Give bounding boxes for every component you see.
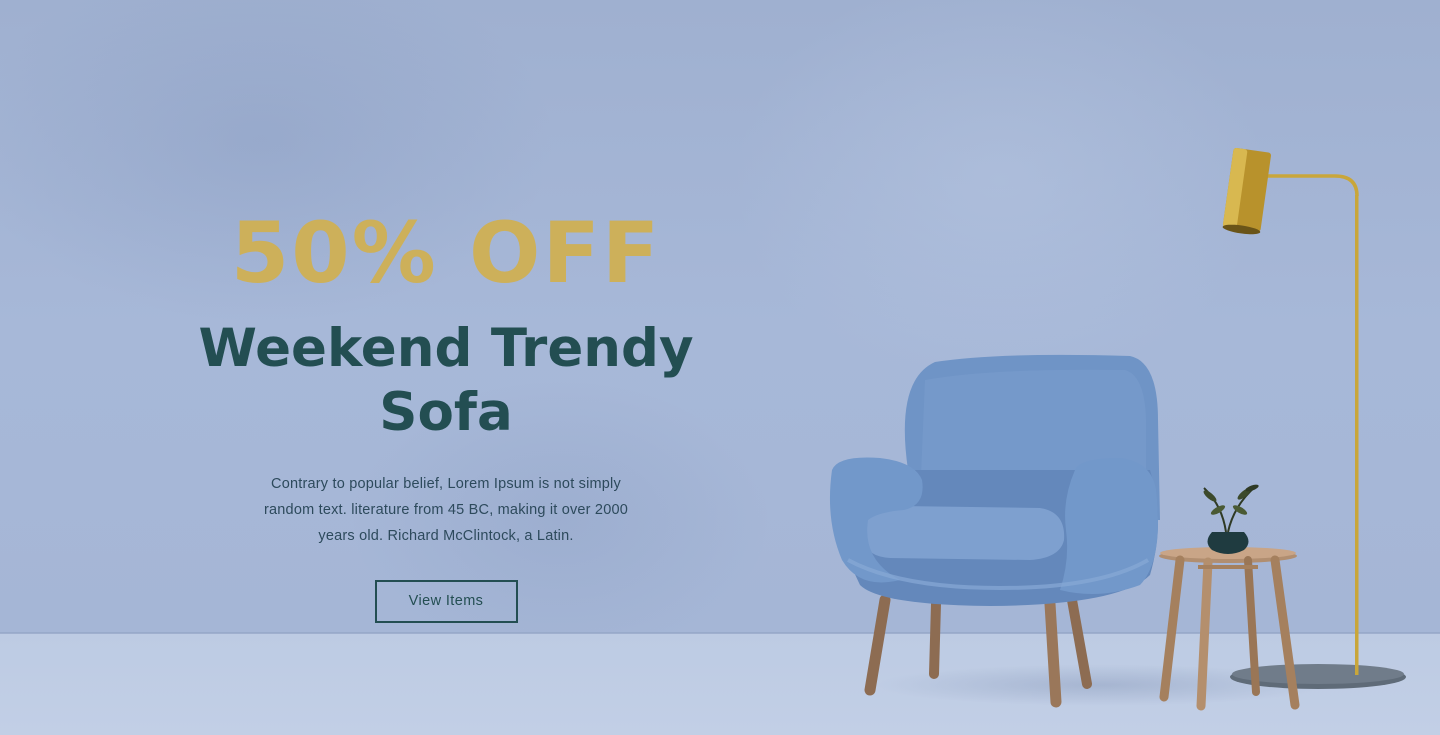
product-scene: [829, 147, 1406, 711]
armchair-image: [829, 354, 1160, 708]
hero-banner: 50% OFF Weekend Trendy Sofa Contrary to …: [0, 0, 1440, 735]
plant-vase-image: [1203, 484, 1259, 554]
